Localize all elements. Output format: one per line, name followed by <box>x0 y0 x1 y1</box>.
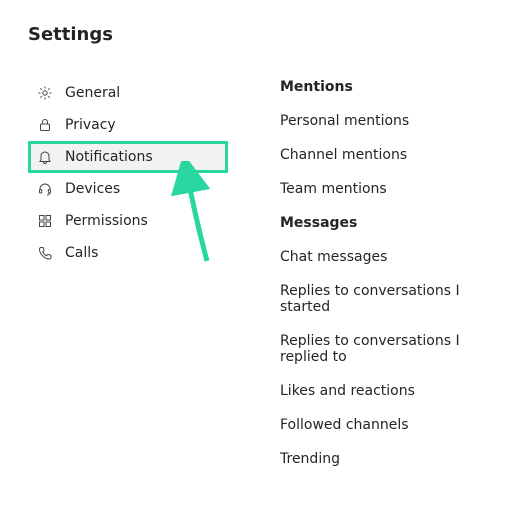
sidebar-item-label: Privacy <box>65 117 116 133</box>
sidebar-item-general[interactable]: General <box>28 77 228 109</box>
section-heading-mentions: Mentions <box>280 79 512 95</box>
sidebar-item-devices[interactable]: Devices <box>28 173 228 205</box>
sidebar-item-label: General <box>65 85 120 101</box>
sidebar-item-calls[interactable]: Calls <box>28 237 228 269</box>
settings-content: Mentions Personal mentions Channel menti… <box>228 77 512 485</box>
option-likes-reactions[interactable]: Likes and reactions <box>280 383 512 399</box>
sidebar-item-label: Permissions <box>65 213 148 229</box>
gear-icon <box>35 85 55 101</box>
section-heading-messages: Messages <box>280 215 512 231</box>
sidebar-item-permissions[interactable]: Permissions <box>28 205 228 237</box>
option-channel-mentions[interactable]: Channel mentions <box>280 147 512 163</box>
option-replies-replied[interactable]: Replies to conversations I replied to <box>280 333 512 365</box>
apps-icon <box>35 213 55 229</box>
page-title: Settings <box>28 24 512 45</box>
option-personal-mentions[interactable]: Personal mentions <box>280 113 512 129</box>
lock-icon <box>35 117 55 133</box>
sidebar-item-label: Notifications <box>65 149 153 165</box>
sidebar-item-notifications[interactable]: Notifications <box>28 141 228 173</box>
sidebar-item-label: Devices <box>65 181 120 197</box>
option-replies-started[interactable]: Replies to conversations I started <box>280 283 512 315</box>
sidebar-item-privacy[interactable]: Privacy <box>28 109 228 141</box>
option-followed-channels[interactable]: Followed channels <box>280 417 512 433</box>
option-trending[interactable]: Trending <box>280 451 512 467</box>
option-chat-messages[interactable]: Chat messages <box>280 249 512 265</box>
phone-icon <box>35 245 55 261</box>
sidebar-item-label: Calls <box>65 245 98 261</box>
bell-icon <box>35 149 55 165</box>
option-team-mentions[interactable]: Team mentions <box>280 181 512 197</box>
headset-icon <box>35 181 55 197</box>
settings-sidebar: General Privacy Notifi <box>28 77 228 269</box>
